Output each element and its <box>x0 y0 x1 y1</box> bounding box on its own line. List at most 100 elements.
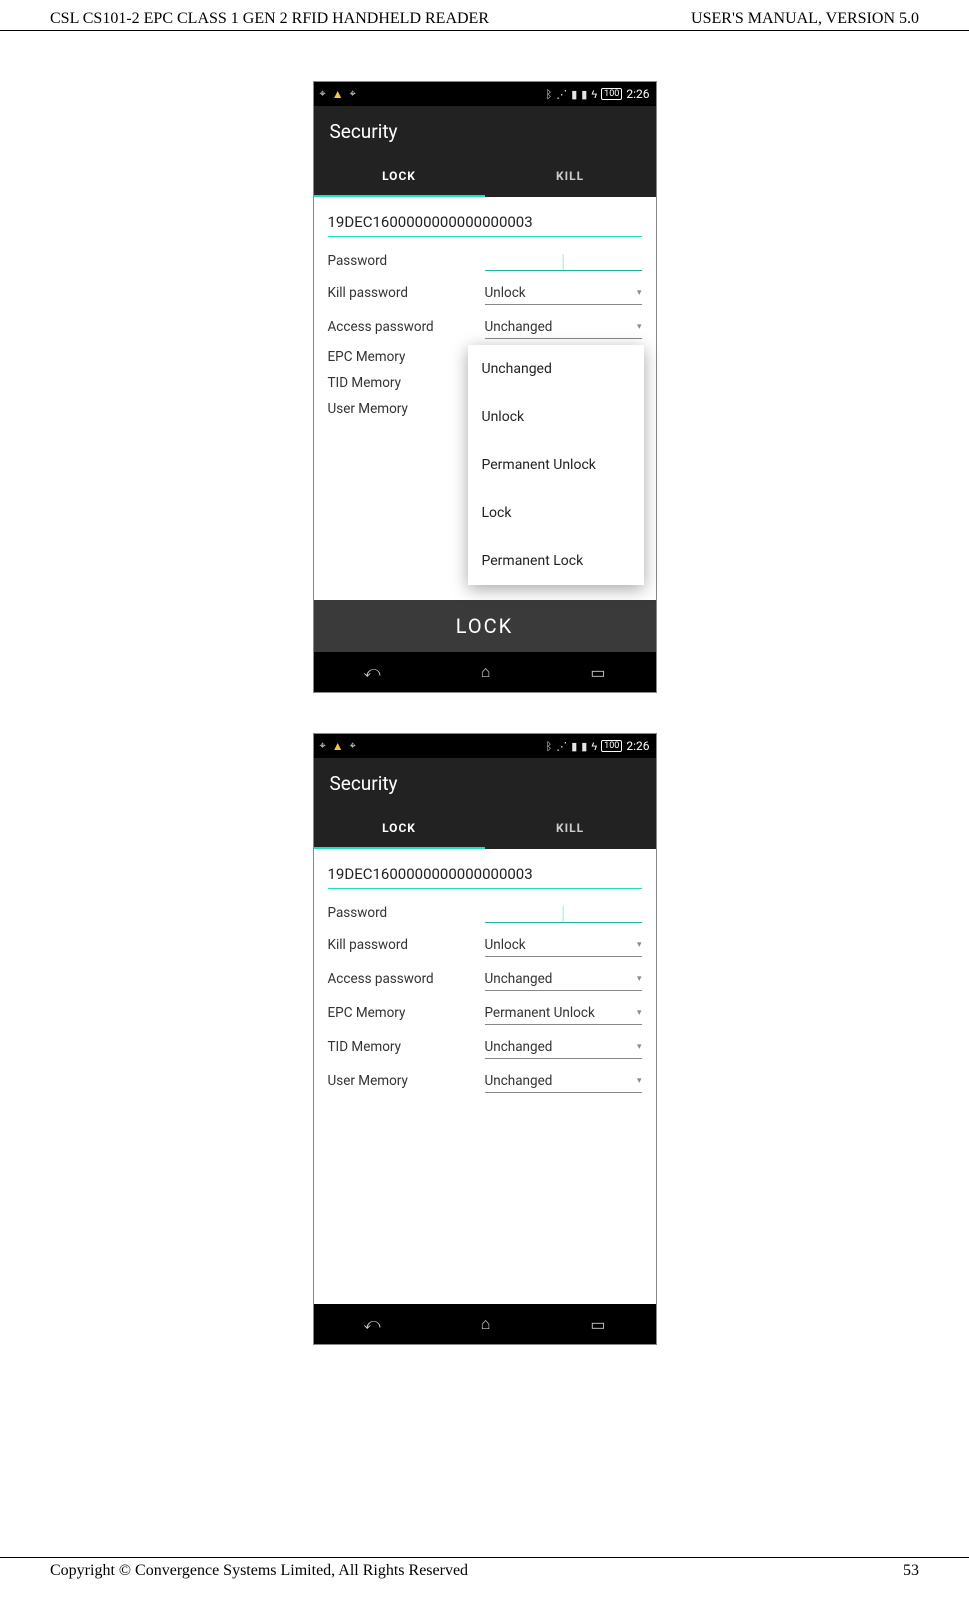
epc-memory-value: Permanent Unlock <box>485 1005 595 1021</box>
bluetooth-icon: ᛒ <box>546 740 553 753</box>
header-right: USER'S MANUAL, VERSION 5.0 <box>691 10 919 28</box>
tid-memory-row: TID Memory Unchanged ▾ <box>328 1035 642 1059</box>
doc-footer: Copyright © Convergence Systems Limited,… <box>0 1557 969 1580</box>
back-icon[interactable]: ⤺ <box>364 662 381 682</box>
popup-option-label: Unchanged <box>482 361 552 377</box>
nav-bar: ⤺ ⌂ ▭ <box>314 1304 656 1344</box>
status-bar: ⌖ ▲ ⌖ ᛒ ⋰ ▮ ▮ ϟ 100 2:26 <box>314 82 656 106</box>
epc-input[interactable]: 19DEC1600000000000000003 <box>328 207 642 237</box>
user-memory-row: User Memory Unchanged ▾ <box>328 1069 642 1093</box>
kill-password-row: Kill password Unlock ▾ <box>328 281 642 305</box>
popup-option-label: Lock <box>482 505 512 521</box>
popup-option-lock[interactable]: Lock <box>468 489 644 537</box>
bug-icon: ⌖ <box>320 739 326 753</box>
tab-lock-label: LOCK <box>382 821 416 835</box>
epc-value: 19DEC1600000000000000003 <box>328 213 533 231</box>
sim-icon: ▮ <box>571 740 577 753</box>
kill-password-value: Unlock <box>485 285 526 301</box>
tid-memory-select[interactable]: Unchanged ▾ <box>485 1035 642 1059</box>
tab-kill[interactable]: KILL <box>485 157 656 197</box>
text-cursor-icon: | <box>561 903 565 924</box>
popup-option-permanent-lock[interactable]: Permanent Lock <box>468 537 644 585</box>
phone-screenshot-2: ⌖ ▲ ⌖ ᛒ ⋰ ▮ ▮ ϟ 100 2:26 Security LOCK K… <box>313 733 657 1345</box>
content: 19DEC1600000000000000003 Password | Kill… <box>314 849 656 1304</box>
epc-memory-label: EPC Memory <box>328 1005 485 1021</box>
footer-page-number: 53 <box>903 1562 919 1580</box>
access-password-select[interactable]: Unchanged ▾ <box>485 315 642 339</box>
tab-lock[interactable]: LOCK <box>314 809 485 849</box>
kill-password-label: Kill password <box>328 937 485 953</box>
chevron-down-icon: ▾ <box>637 1076 642 1086</box>
tab-lock-label: LOCK <box>382 169 416 183</box>
status-time: 2:26 <box>626 87 649 101</box>
back-icon[interactable]: ⤺ <box>364 1314 381 1334</box>
bug2-icon: ⌖ <box>350 739 356 753</box>
dropdown-popup: Unchanged Unlock Permanent Unlock Lock P… <box>468 345 644 585</box>
wifi-icon: ⋰ <box>556 88 567 101</box>
home-icon[interactable]: ⌂ <box>481 662 491 682</box>
screenshots-container: ⌖ ▲ ⌖ ᛒ ⋰ ▮ ▮ ϟ 100 2:26 Security LOCK K… <box>0 81 969 1345</box>
user-memory-select[interactable]: Unchanged ▾ <box>485 1069 642 1093</box>
tab-bar: LOCK KILL <box>314 157 656 197</box>
password-label: Password <box>328 253 485 269</box>
status-left: ⌖ ▲ ⌖ <box>320 739 356 753</box>
tab-lock[interactable]: LOCK <box>314 157 485 197</box>
status-left: ⌖ ▲ ⌖ <box>320 87 356 101</box>
tab-kill-label: KILL <box>556 169 584 183</box>
status-time: 2:26 <box>626 739 649 753</box>
access-password-select[interactable]: Unchanged ▾ <box>485 967 642 991</box>
tab-bar: LOCK KILL <box>314 809 656 849</box>
phone-screenshot-1: ⌖ ▲ ⌖ ᛒ ⋰ ▮ ▮ ϟ 100 2:26 Security LOCK K… <box>313 81 657 693</box>
status-right: ᛒ ⋰ ▮ ▮ ϟ 100 2:26 <box>546 739 650 753</box>
access-password-label: Access password <box>328 971 485 987</box>
chevron-down-icon: ▾ <box>637 322 642 332</box>
popup-option-label: Permanent Unlock <box>482 457 596 473</box>
status-bar: ⌖ ▲ ⌖ ᛒ ⋰ ▮ ▮ ϟ 100 2:26 <box>314 734 656 758</box>
action-bar: Security <box>314 758 656 809</box>
access-password-row: Access password Unchanged ▾ <box>328 315 642 339</box>
battery-level: 100 <box>601 88 622 100</box>
warning-icon: ▲ <box>332 87 344 101</box>
kill-password-row: Kill password Unlock ▾ <box>328 933 642 957</box>
doc-header: CSL CS101-2 EPC CLASS 1 GEN 2 RFID HANDH… <box>0 0 969 31</box>
bug-icon: ⌖ <box>320 87 326 101</box>
lock-button[interactable]: LOCK <box>314 600 656 652</box>
signal-icon: ▮ <box>581 88 587 101</box>
chevron-down-icon: ▾ <box>637 288 642 298</box>
home-icon[interactable]: ⌂ <box>481 1314 491 1334</box>
charging-icon: ϟ <box>591 740 597 753</box>
access-password-row: Access password Unchanged ▾ <box>328 967 642 991</box>
lock-button-label: LOCK <box>456 614 513 638</box>
signal-icon: ▮ <box>581 740 587 753</box>
recent-apps-icon[interactable]: ▭ <box>590 663 605 682</box>
chevron-down-icon: ▾ <box>637 1008 642 1018</box>
kill-password-select[interactable]: Unlock ▾ <box>485 933 642 957</box>
popup-option-label: Permanent Lock <box>482 553 584 569</box>
password-input[interactable]: | <box>485 251 642 271</box>
sim-icon: ▮ <box>571 88 577 101</box>
tab-kill[interactable]: KILL <box>485 809 656 849</box>
epc-value: 19DEC1600000000000000003 <box>328 865 533 883</box>
recent-apps-icon[interactable]: ▭ <box>590 1315 605 1334</box>
text-cursor-icon: | <box>561 251 565 272</box>
epc-memory-select[interactable]: Permanent Unlock ▾ <box>485 1001 642 1025</box>
password-row: Password | <box>328 903 642 923</box>
kill-password-select[interactable]: Unlock ▾ <box>485 281 642 305</box>
nav-bar: ⤺ ⌂ ▭ <box>314 652 656 692</box>
popup-option-permanent-unlock[interactable]: Permanent Unlock <box>468 441 644 489</box>
access-password-value: Unchanged <box>485 971 553 987</box>
bluetooth-icon: ᛒ <box>546 88 553 101</box>
kill-password-label: Kill password <box>328 285 485 301</box>
epc-input[interactable]: 19DEC1600000000000000003 <box>328 859 642 889</box>
status-right: ᛒ ⋰ ▮ ▮ ϟ 100 2:26 <box>546 87 650 101</box>
chevron-down-icon: ▾ <box>637 1042 642 1052</box>
battery-level: 100 <box>601 740 622 752</box>
popup-option-unchanged[interactable]: Unchanged <box>468 345 644 393</box>
warning-icon: ▲ <box>332 739 344 753</box>
bug2-icon: ⌖ <box>350 87 356 101</box>
wifi-icon: ⋰ <box>556 740 567 753</box>
access-password-label: Access password <box>328 319 485 335</box>
password-input[interactable]: | <box>485 903 642 923</box>
footer-copyright: Copyright © Convergence Systems Limited,… <box>50 1562 468 1580</box>
popup-option-unlock[interactable]: Unlock <box>468 393 644 441</box>
